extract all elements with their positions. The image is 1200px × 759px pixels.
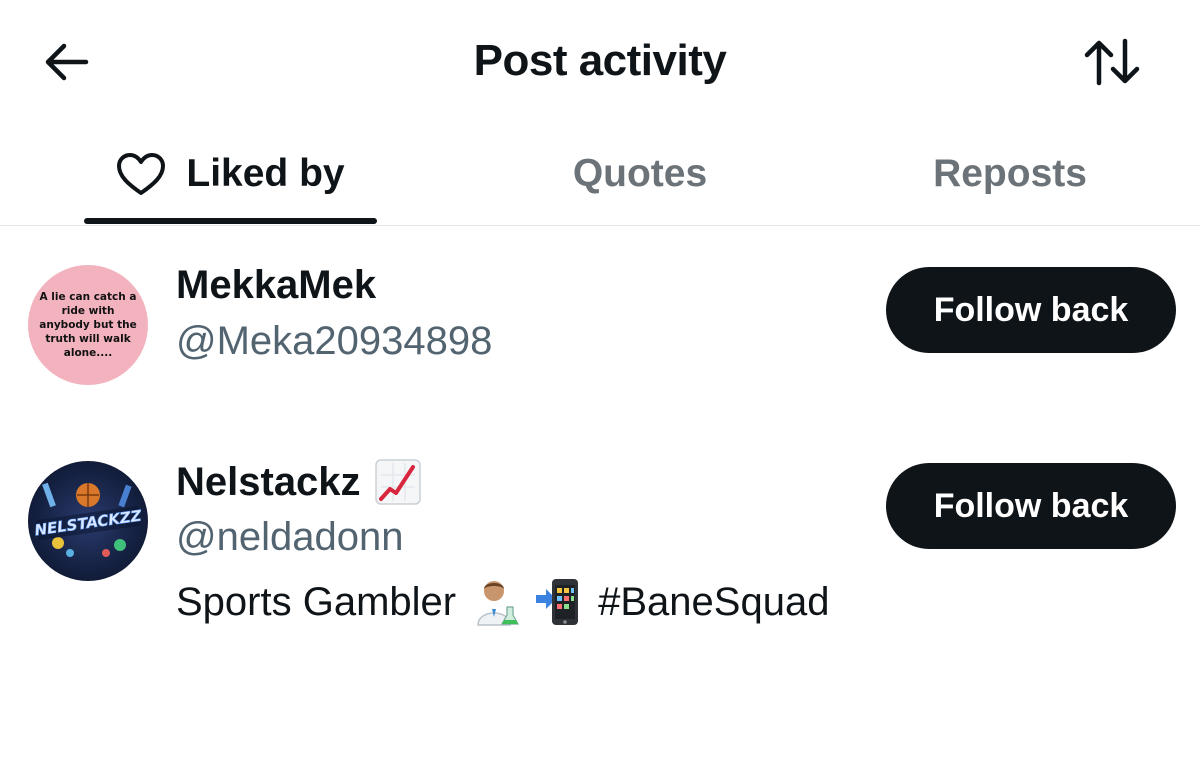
avatar[interactable]: A lie can catch a ride with anybody but … xyxy=(28,265,148,385)
user-display-name[interactable]: MekkaMek xyxy=(176,263,376,308)
avatar[interactable]: NELSTACKZZ xyxy=(28,461,148,581)
mobile-phone-arrow-emoji xyxy=(534,577,584,627)
user-handle: @neldadonn xyxy=(176,515,404,559)
avatar-logo-text: NELSTACKZZ xyxy=(33,506,143,539)
tab-quotes-label: Quotes xyxy=(572,151,708,195)
page-title: Post activity xyxy=(473,36,727,85)
tab-quotes[interactable]: Quotes xyxy=(520,122,760,225)
user-bio: Sports Gambler #BaneSquad xyxy=(176,577,829,627)
tab-reposts-label: Reposts xyxy=(933,151,1087,195)
heart-outline-icon xyxy=(116,152,166,196)
avatar-logo-image: NELSTACKZZ xyxy=(33,482,144,557)
active-tab-indicator xyxy=(84,218,377,224)
top-bar: Post activity xyxy=(0,0,1200,122)
scientist-emoji xyxy=(474,577,520,627)
user-display-name-text: Nelstackz xyxy=(176,459,361,504)
list-item[interactable]: A lie can catch a ride with anybody but … xyxy=(0,225,1200,425)
user-display-name[interactable]: Nelstackz xyxy=(176,459,421,505)
tab-reposts[interactable]: Reposts xyxy=(880,122,1140,225)
follow-back-button[interactable]: Follow back xyxy=(886,463,1176,549)
follow-back-button[interactable]: Follow back xyxy=(886,267,1176,353)
chart-increasing-icon xyxy=(374,459,421,505)
tab-bar: Liked by Quotes Reposts xyxy=(0,122,1200,226)
tab-liked-by-label: Liked by xyxy=(186,151,345,195)
list-item[interactable]: NELSTACKZZ Nelstackz @neldadonn Sports G… xyxy=(0,425,1200,655)
avatar-quote-text: A lie can catch a ride with anybody but … xyxy=(39,291,137,359)
user-handle: @Meka20934898 xyxy=(176,319,493,363)
tab-liked-by[interactable]: Liked by xyxy=(84,122,377,225)
bio-text: Sports Gambler xyxy=(176,579,457,624)
bio-hashtag[interactable]: #BaneSquad xyxy=(598,580,829,625)
sort-arrows-icon xyxy=(1084,38,1140,86)
sort-button[interactable] xyxy=(1080,34,1144,90)
